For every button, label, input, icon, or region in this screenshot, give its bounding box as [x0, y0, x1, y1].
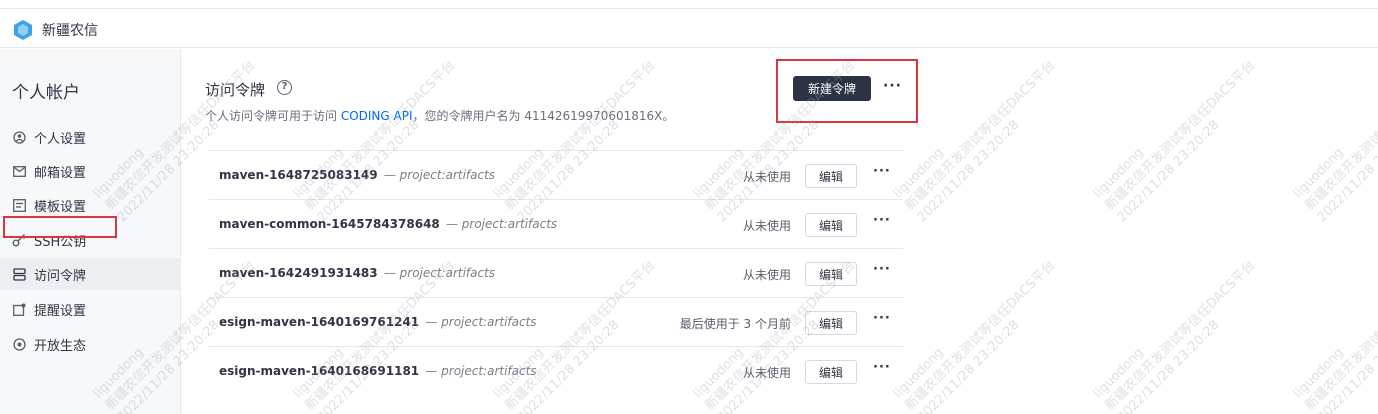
token-scope: — project:artifacts — [383, 266, 496, 280]
token-scope: — project:artifacts — [383, 168, 496, 182]
sidebar-item-reminder-settings[interactable]: 提醒设置 — [0, 293, 181, 325]
sidebar-item-personal-settings[interactable]: 个人设置 — [0, 121, 181, 153]
token-more-icon[interactable]: ··· — [873, 360, 891, 375]
sidebar-item-email-settings[interactable]: 邮箱设置 — [0, 155, 181, 187]
sidebar-item-label: 邮箱设置 — [34, 165, 87, 181]
token-name: maven-1642491931483 — [219, 266, 378, 280]
token-row: maven-1642491931483 — project:artifacts … — [209, 248, 903, 297]
page-title: 访问令牌 — [205, 81, 266, 99]
main-content: 访问令牌 ? 个人访问令牌可用于访问 CODING API，您的令牌用户名为 4… — [181, 49, 1378, 414]
token-scope: — project:artifacts — [445, 217, 558, 231]
token-icon — [12, 267, 26, 281]
user-circle-icon — [12, 130, 26, 144]
sidebar-item-access-tokens[interactable]: 访问令牌 — [0, 258, 181, 290]
token-last-used: 从未使用 — [742, 268, 791, 282]
token-name-wrap: maven-1648725083149 — project:artifacts — [219, 168, 495, 182]
edit-token-button[interactable]: 编辑 — [805, 311, 857, 335]
token-more-icon[interactable]: ··· — [873, 262, 891, 277]
top-bar: 新疆农信 — [0, 8, 1378, 48]
sidebar-item-label: 访问令牌 — [34, 268, 87, 284]
edit-token-button[interactable]: 编辑 — [805, 262, 857, 286]
edit-token-button[interactable]: 编辑 — [805, 213, 857, 237]
description-text: 个人访问令牌可用于访问 — [205, 109, 341, 123]
token-last-used: 从未使用 — [742, 219, 791, 233]
token-row: maven-common-1645784378648 — project:art… — [209, 199, 903, 248]
ecosystem-icon — [12, 337, 26, 351]
edit-token-button[interactable]: 编辑 — [805, 164, 857, 188]
token-name-wrap: maven-1642491931483 — project:artifacts — [219, 266, 495, 280]
annotation-highlight-new-token — [776, 59, 918, 123]
token-row: maven-1648725083149 — project:artifacts … — [209, 150, 903, 199]
token-name: maven-common-1645784378648 — [219, 217, 440, 231]
token-more-icon[interactable]: ··· — [873, 311, 891, 326]
token-name: esign-maven-1640168691181 — [219, 364, 420, 378]
token-last-used: 从未使用 — [742, 366, 791, 380]
token-row: esign-maven-1640169761241 — project:arti… — [209, 297, 903, 346]
token-last-used: 从未使用 — [742, 170, 791, 184]
mail-icon — [12, 164, 26, 178]
coding-api-link[interactable]: CODING API — [341, 109, 413, 123]
token-name-wrap: esign-maven-1640169761241 — project:arti… — [219, 315, 537, 329]
brand-logo-icon[interactable] — [12, 19, 34, 41]
sidebar-item-label: 模板设置 — [34, 199, 87, 215]
page-description: 个人访问令牌可用于访问 CODING API，您的令牌用户名为 41142619… — [205, 107, 674, 124]
sidebar-item-label: 提醒设置 — [34, 303, 87, 319]
template-icon — [12, 198, 26, 212]
bell-icon — [12, 302, 26, 316]
token-scope: — project:artifacts — [425, 364, 537, 378]
sidebar-title: 个人帐户 — [12, 83, 80, 103]
brand-name[interactable]: 新疆农信 — [42, 20, 98, 40]
help-icon[interactable]: ? — [277, 80, 292, 95]
token-more-icon[interactable]: ··· — [873, 213, 891, 228]
sidebar-item-label: 个人设置 — [34, 131, 87, 147]
token-name-wrap: maven-common-1645784378648 — project:art… — [219, 217, 557, 231]
token-more-icon[interactable]: ··· — [873, 164, 891, 179]
sidebar-item-open-ecosystem[interactable]: 开放生态 — [0, 328, 181, 360]
token-last-used: 最后使用于 3 个月前 — [679, 317, 791, 331]
token-name: esign-maven-1640169761241 — [219, 315, 420, 329]
token-scope: — project:artifacts — [425, 315, 537, 329]
edit-token-button[interactable]: 编辑 — [805, 360, 857, 384]
token-row: esign-maven-1640168691181 — project:arti… — [209, 346, 903, 395]
token-name: maven-1648725083149 — [219, 168, 378, 182]
description-text-suffix: ，您的令牌用户名为 41142619970601816X。 — [412, 109, 675, 123]
token-name-wrap: esign-maven-1640168691181 — project:arti… — [219, 364, 537, 378]
sidebar-item-label: 开放生态 — [34, 338, 87, 354]
annotation-highlight-sidebar — [3, 216, 117, 238]
